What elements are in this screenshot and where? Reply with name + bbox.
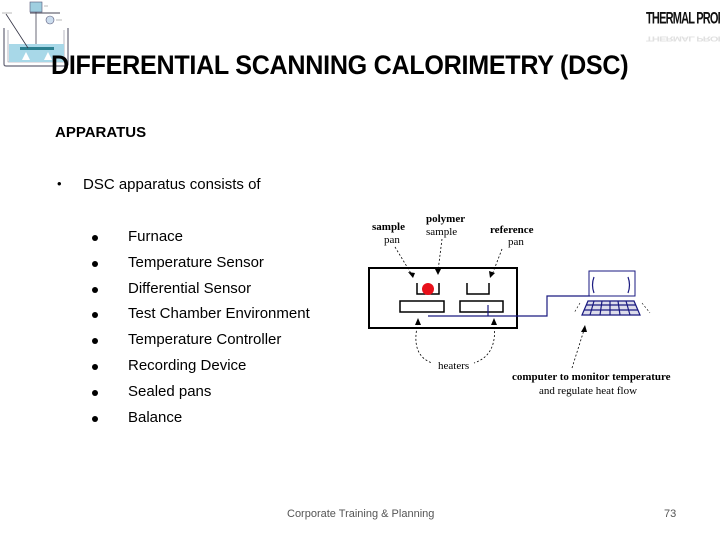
reference-leader <box>491 248 503 276</box>
intro-bullet: • <box>57 176 62 191</box>
logo-reflection: THERMAL PROPERTIES <box>646 34 720 43</box>
list-item-label: Temperature Sensor <box>128 254 264 271</box>
label-polymer: polymer <box>426 213 465 225</box>
list-item-label: Furnace <box>128 228 184 245</box>
footer-text: Corporate Training & Planning <box>287 508 435 520</box>
bullet-icon <box>92 235 98 241</box>
slide-title: DIFFERENTIAL SCANNING CALORIMETRY (DSC) <box>51 50 629 80</box>
list-item-label: Recording Device <box>128 357 247 374</box>
chamber-box <box>368 267 518 329</box>
label-regulate: and regulate heat flow <box>539 385 637 397</box>
list-item-label: Balance <box>128 409 183 426</box>
section-heading: APPARATUS <box>55 124 147 141</box>
heater-right <box>459 300 504 313</box>
polymer-sample-dot <box>422 283 434 295</box>
bullet-icon <box>92 261 98 267</box>
label-sample: sample <box>372 221 405 233</box>
list-item-label: Sealed pans <box>128 383 212 400</box>
polymer-leader <box>437 238 443 272</box>
label-computer: computer to monitor temperature <box>512 371 671 383</box>
label-reference-pan: pan <box>508 236 524 248</box>
intro-text: DSC apparatus consists of <box>83 176 261 193</box>
bullet-icon <box>92 338 98 344</box>
logo-text: THERMAL PROPERTIES <box>646 10 720 28</box>
signal-wire <box>428 295 590 317</box>
bullet-icon <box>92 312 98 318</box>
label-heaters: heaters <box>438 360 469 372</box>
bullet-icon <box>92 416 98 422</box>
list-item-label: Differential Sensor <box>128 280 252 297</box>
label-polymer-sample: sample <box>426 226 457 238</box>
dsc-diagram: sample pan polymer sample reference pan … <box>362 205 692 405</box>
bullet-icon <box>92 390 98 396</box>
heater-left <box>399 300 445 313</box>
label-pan: pan <box>384 234 400 246</box>
thermal-properties-logo: THERMAL PROPERTIES THERMAL PROPERTIES <box>646 10 720 43</box>
reference-pan <box>466 283 490 295</box>
computer-leader <box>571 329 585 369</box>
page-number: 73 <box>664 508 677 520</box>
computer-icon <box>573 270 651 316</box>
bullet-icon <box>92 287 98 293</box>
sample-pan-leader <box>394 246 413 276</box>
label-reference: reference <box>490 224 534 236</box>
list-item-label: Test Chamber Environment <box>128 305 310 322</box>
list-item-label: Temperature Controller <box>128 331 282 348</box>
bullet-icon <box>92 364 98 370</box>
